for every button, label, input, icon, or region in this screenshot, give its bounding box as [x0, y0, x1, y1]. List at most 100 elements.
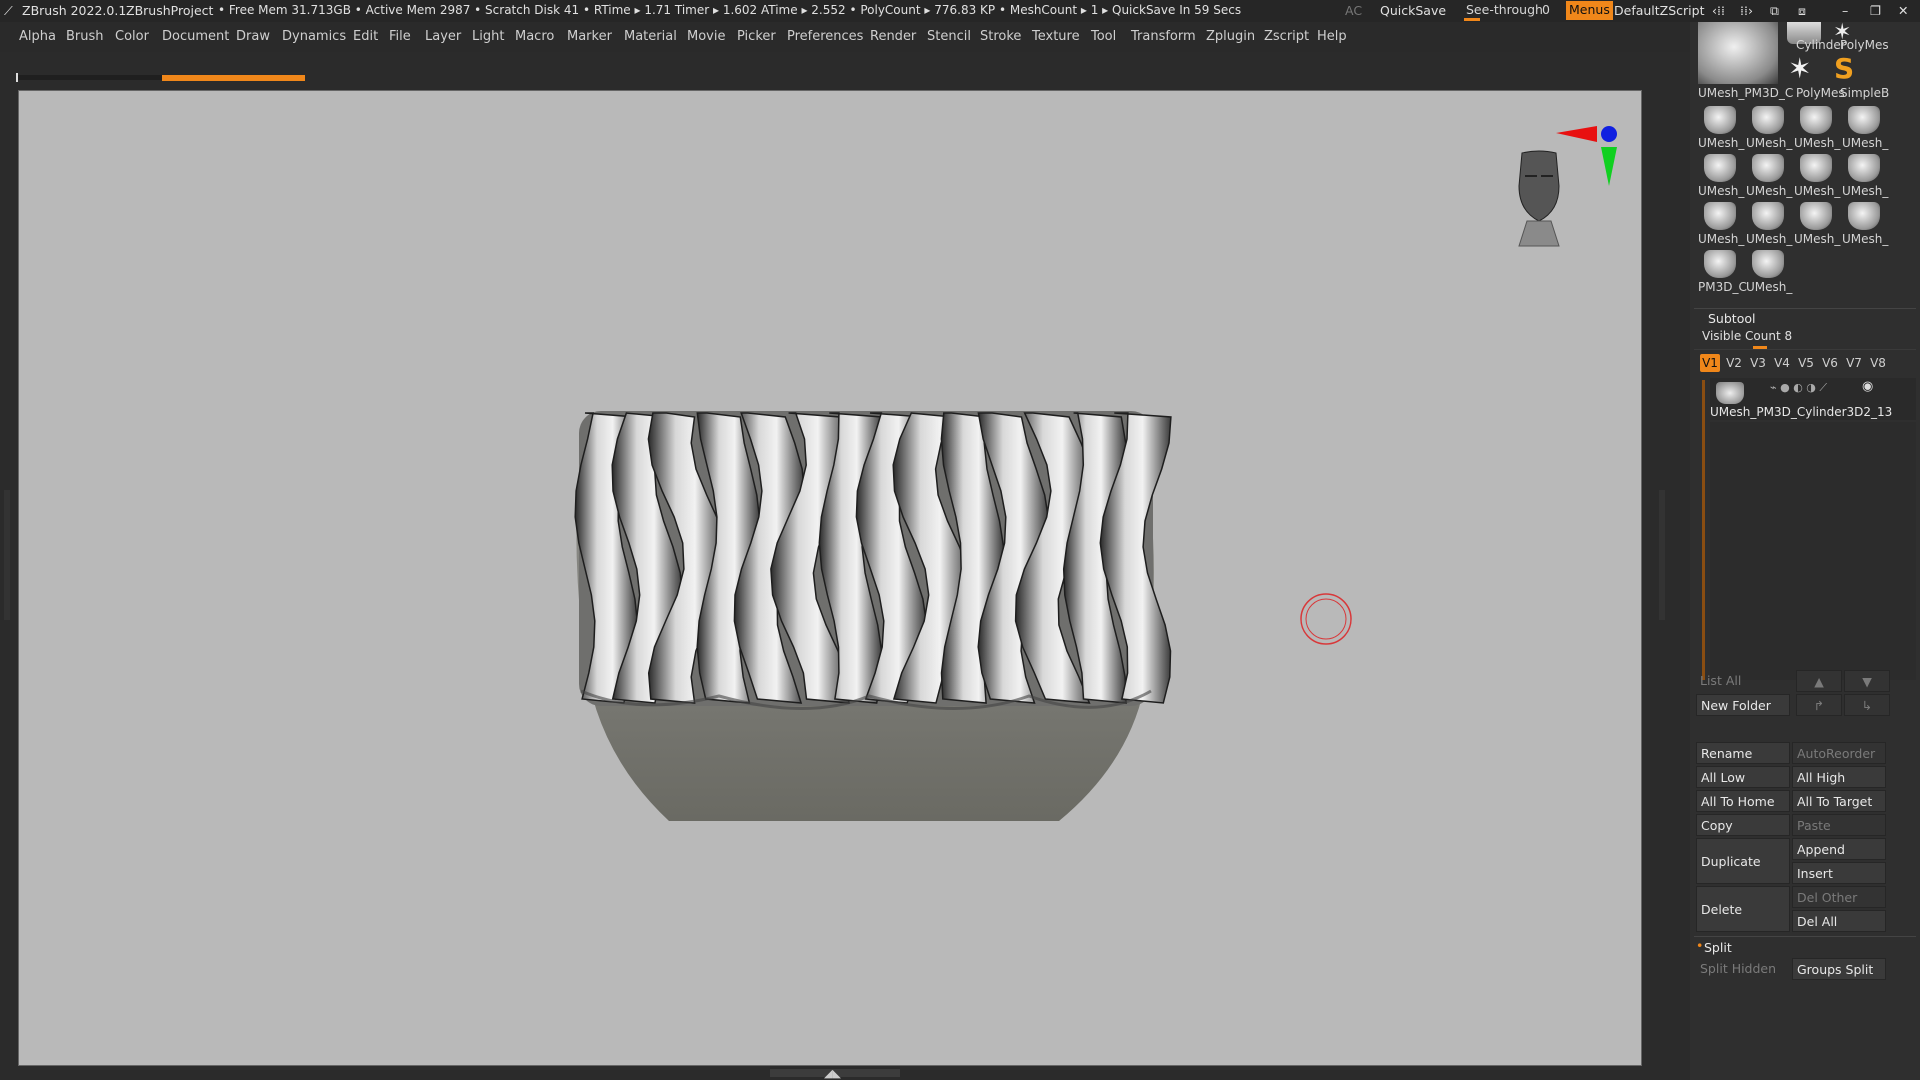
tool-thumbnail[interactable] — [1704, 250, 1736, 278]
window-tile-icon[interactable]: ⧈ — [1798, 3, 1806, 19]
del-all-button[interactable]: Del All — [1792, 910, 1886, 932]
tool-thumbnail[interactable] — [1752, 202, 1784, 230]
menu-file[interactable]: File — [389, 29, 411, 44]
menu-stencil[interactable]: Stencil — [927, 29, 971, 44]
all-high-button[interactable]: All High — [1792, 766, 1886, 788]
all-low-button[interactable]: All Low — [1696, 766, 1790, 788]
gizmo-x-axis[interactable] — [1556, 126, 1597, 142]
eye-icon[interactable]: ◉ — [1862, 379, 1873, 394]
gizmo-z-axis[interactable] — [1601, 126, 1617, 142]
polymesh-star2-icon[interactable]: ✶ — [1788, 52, 1811, 85]
subtool-list-item[interactable]: ⌁ ● ◐ ◑ ⟋ ◉ UMesh_PM3D_Cylinder3D2_13 — [1710, 378, 1916, 420]
menu-stroke[interactable]: Stroke — [980, 29, 1021, 44]
version-v8-button[interactable]: V8 — [1868, 354, 1888, 372]
project-name[interactable]: ZBrushProject — [126, 3, 213, 18]
folder-out-icon[interactable]: ↳ — [1844, 694, 1890, 716]
restore-icon[interactable]: ❐ — [1870, 3, 1881, 18]
menu-macro[interactable]: Macro — [515, 29, 554, 44]
menu-document[interactable]: Document — [162, 29, 229, 44]
menu-marker[interactable]: Marker — [567, 29, 612, 44]
version-v2-button[interactable]: V2 — [1724, 354, 1744, 372]
tool-thumbnail[interactable] — [1848, 154, 1880, 182]
menu-preferences[interactable]: Preferences — [787, 29, 863, 44]
version-v5-button[interactable]: V5 — [1796, 354, 1816, 372]
menu-help[interactable]: Help — [1317, 29, 1347, 44]
canvas-viewport[interactable] — [18, 90, 1642, 1066]
tool-thumbnail[interactable] — [1800, 202, 1832, 230]
layout-right-icon[interactable]: ⁞⁞› — [1740, 3, 1753, 18]
menus-toggle[interactable]: Menus — [1566, 1, 1613, 20]
current-tool-thumbnail[interactable] — [1698, 22, 1778, 84]
all-to-home-button[interactable]: All To Home — [1696, 790, 1790, 812]
insert-button[interactable]: Insert — [1792, 862, 1886, 884]
expand-arrows-icon[interactable]: ◢◣ — [824, 1067, 841, 1080]
list-all-button[interactable]: List All — [1696, 670, 1790, 692]
tool-thumbnail[interactable] — [1800, 154, 1832, 182]
copy-button[interactable]: Copy — [1696, 814, 1790, 836]
menu-zscript[interactable]: Zscript — [1264, 29, 1309, 44]
rename-button[interactable]: Rename — [1696, 742, 1790, 764]
version-v3-button[interactable]: V3 — [1748, 354, 1768, 372]
tool-thumbnail[interactable] — [1848, 106, 1880, 134]
menu-texture[interactable]: Texture — [1032, 29, 1080, 44]
see-through-slider[interactable]: See-through 0 — [1462, 2, 1554, 21]
tool-thumbnail[interactable] — [1752, 250, 1784, 278]
subtool-list-scrollbar[interactable] — [1702, 380, 1705, 680]
folder-in-icon[interactable]: ↱ — [1796, 694, 1842, 716]
menu-material[interactable]: Material — [624, 29, 677, 44]
menu-layer[interactable]: Layer — [425, 29, 461, 44]
menu-edit[interactable]: Edit — [353, 29, 378, 44]
move-up-icon[interactable]: ▲ — [1796, 670, 1842, 692]
menu-transform[interactable]: Transform — [1131, 29, 1196, 44]
tool-thumbnail[interactable] — [1752, 154, 1784, 182]
append-button[interactable]: Append — [1792, 838, 1886, 860]
version-v6-button[interactable]: V6 — [1820, 354, 1840, 372]
menu-light[interactable]: Light — [472, 29, 504, 44]
tool-thumbnail[interactable] — [1704, 202, 1736, 230]
menu-render[interactable]: Render — [870, 29, 916, 44]
simplebrush-s-icon[interactable]: S — [1834, 52, 1854, 85]
tool-thumbnail[interactable] — [1800, 106, 1832, 134]
layout-left-icon[interactable]: ‹⁞⁞ — [1712, 3, 1725, 18]
subtool-title[interactable]: Subtool — [1708, 311, 1755, 326]
window-stack-icon[interactable]: ⧉ — [1770, 3, 1779, 19]
close-icon[interactable]: ✕ — [1898, 3, 1908, 18]
paste-button[interactable]: Paste — [1792, 814, 1886, 836]
subtool-visibility-icons[interactable]: ⌁ ● ◐ ◑ ⟋ — [1770, 381, 1827, 395]
tool-thumbnail[interactable] — [1848, 202, 1880, 230]
menu-movie[interactable]: Movie — [687, 29, 725, 44]
gizmo-y-axis[interactable] — [1601, 147, 1617, 186]
delete-button[interactable]: Delete — [1696, 886, 1790, 932]
split-title[interactable]: Split — [1704, 940, 1732, 955]
menu-zplugin[interactable]: Zplugin — [1206, 29, 1255, 44]
move-down-icon[interactable]: ▼ — [1844, 670, 1890, 692]
minimize-icon[interactable]: – — [1842, 3, 1848, 18]
menu-brush[interactable]: Brush — [66, 29, 104, 44]
tool-thumbnail[interactable] — [1704, 154, 1736, 182]
menu-alpha[interactable]: Alpha — [19, 29, 56, 44]
tool-thumbnail[interactable] — [1752, 106, 1784, 134]
version-v4-button[interactable]: V4 — [1772, 354, 1792, 372]
version-v7-button[interactable]: V7 — [1844, 354, 1864, 372]
menu-color[interactable]: Color — [115, 29, 149, 44]
right-tray-handle[interactable] — [1659, 490, 1665, 620]
groups-split-button[interactable]: Groups Split — [1792, 958, 1886, 980]
tool-thumbnail[interactable] — [1704, 106, 1736, 134]
split-hidden-button[interactable]: Split Hidden — [1696, 958, 1790, 980]
visible-count-slider[interactable]: Visible Count 8 — [1702, 329, 1792, 343]
del-other-button[interactable]: Del Other — [1792, 886, 1886, 908]
default-zscript-button[interactable]: DefaultZScript — [1614, 3, 1705, 18]
all-to-target-button[interactable]: All To Target — [1792, 790, 1886, 812]
duplicate-button[interactable]: Duplicate — [1696, 838, 1790, 884]
version-v1-button[interactable]: V1 — [1700, 354, 1720, 372]
menu-dynamics[interactable]: Dynamics — [282, 29, 346, 44]
menu-picker[interactable]: Picker — [737, 29, 776, 44]
ac-label[interactable]: AC — [1345, 3, 1362, 18]
zbrush-logo-icon[interactable]: ⟋ — [4, 3, 13, 19]
autoreorder-button[interactable]: AutoReorder — [1792, 742, 1886, 764]
menu-draw[interactable]: Draw — [236, 29, 270, 44]
quicksave-button[interactable]: QuickSave — [1380, 3, 1446, 18]
left-tray-handle[interactable] — [4, 490, 10, 620]
new-folder-button[interactable]: New Folder — [1696, 694, 1790, 716]
navigation-gizmo[interactable] — [1518, 126, 1617, 247]
